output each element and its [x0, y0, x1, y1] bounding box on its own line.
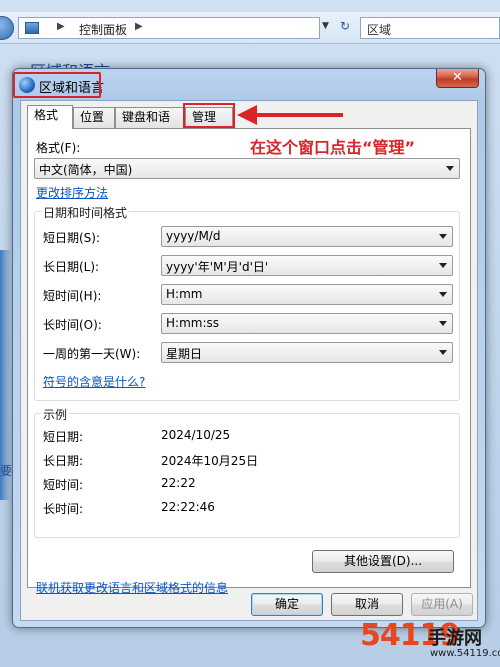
first-day-value: 星期日 [166, 347, 203, 361]
control-panel-icon [25, 22, 39, 34]
address-box[interactable]: ▶ 控制面板 ▶ [18, 17, 320, 39]
annotation-arrow-icon [237, 105, 343, 125]
tab-location[interactable]: 位置 [73, 107, 115, 128]
short-date-value: yyyy/M/d [166, 229, 221, 243]
search-input[interactable]: 区域 [360, 17, 500, 39]
annotation-text: 在这个窗口点击“管理” [250, 138, 416, 157]
tab-keyboard-language[interactable]: 键盘和语言 [115, 107, 185, 143]
watermark-url: www.54119.com [430, 648, 500, 659]
first-day-select[interactable]: 星期日 [161, 342, 453, 363]
background-address-bar: ▶ 控制面板 ▶ ▼ ↻ 区域 [0, 12, 500, 44]
format-select-value: 中文(简体，中国) [39, 163, 133, 177]
dialog-titlebar[interactable]: 区域和语言 ✕ [13, 69, 485, 99]
format-tab-panel: 在这个窗口点击“管理” 格式(F): 中文(简体，中国) 更改排序方法 日期和时… [27, 128, 471, 595]
short-date-label: 短日期(S): [43, 231, 101, 245]
watermark-name: 手游网 [428, 628, 482, 649]
example-short-date-label: 短日期: [43, 430, 84, 444]
ok-button[interactable]: 确定 [251, 593, 323, 616]
short-time-value: H:mm [166, 287, 203, 301]
format-label: 格式(F): [36, 141, 81, 155]
short-time-select[interactable]: H:mm [161, 284, 453, 305]
close-icon: ✕ [452, 70, 463, 85]
title-highlight-box [13, 72, 101, 98]
example-group: 示例 短日期: 2024/10/25 长日期: 2024年10月25日 短时间:… [34, 406, 460, 538]
region-language-dialog: 区域和语言 ✕ 格式 位置 键盘和语言 管理 在这个窗口点击“管理” 格式(F)… [12, 68, 486, 628]
long-time-select[interactable]: H:mm:ss [161, 313, 453, 334]
symbols-meaning-link[interactable]: 符号的含意是什么? [43, 373, 145, 390]
tab-format[interactable]: 格式 [27, 105, 73, 129]
change-sort-link[interactable]: 更改排序方法 [36, 184, 108, 201]
breadcrumb-separator-icon: ▶ [57, 21, 65, 32]
long-date-value: yyyy'年'M'月'd'日' [166, 260, 269, 274]
datetime-format-group: 日期和时间格式 短日期(S): yyyy/M/d 长日期(L): yyyy'年'… [34, 204, 460, 401]
search-text: 区域 [367, 23, 392, 37]
chevron-down-icon [446, 166, 454, 171]
example-short-date-value: 2024/10/25 [161, 428, 231, 442]
address-dropdown-icon[interactable]: ▼ [322, 21, 329, 31]
chevron-down-icon [439, 234, 447, 239]
back-button[interactable] [0, 16, 14, 40]
breadcrumb-separator-icon: ▶ [135, 21, 143, 32]
breadcrumb-control-panel[interactable]: 控制面板 [79, 21, 127, 38]
other-settings-button[interactable]: 其他设置(D)... [312, 550, 454, 573]
chevron-down-icon [439, 263, 447, 268]
first-day-label: 一周的第一天(W): [43, 347, 141, 361]
tab-highlight-box [183, 103, 235, 128]
site-watermark: 54119 手游网 www.54119.com [360, 618, 500, 667]
cancel-button[interactable]: 取消 [331, 593, 403, 616]
long-date-select[interactable]: yyyy'年'M'月'd'日' [161, 255, 453, 276]
online-info-link[interactable]: 联机获取更改语言和区域格式的信息 [36, 579, 228, 596]
example-long-date-value: 2024年10月25日 [161, 454, 259, 468]
long-time-value: H:mm:ss [166, 316, 219, 330]
example-long-time-label: 长时间: [43, 502, 84, 516]
format-select[interactable]: 中文(简体，中国) [34, 158, 460, 179]
datetime-group-title: 日期和时间格式 [41, 204, 130, 221]
chevron-down-icon [439, 350, 447, 355]
apply-button[interactable]: 应用(A) [411, 593, 473, 616]
example-short-time-value: 22:22 [161, 476, 196, 490]
refresh-icon[interactable]: ↻ [340, 19, 350, 33]
chevron-down-icon [439, 292, 447, 297]
dialog-client-area: 格式 位置 键盘和语言 管理 在这个窗口点击“管理” 格式(F): 中文(简体，… [20, 100, 478, 621]
example-long-date-label: 长日期: [43, 454, 84, 468]
background-left-text: 要 [0, 464, 13, 478]
example-group-title: 示例 [41, 406, 70, 423]
short-date-select[interactable]: yyyy/M/d [161, 226, 453, 247]
example-short-time-label: 短时间: [43, 478, 84, 492]
long-time-label: 长时间(O): [43, 318, 102, 332]
example-long-time-value: 22:22:46 [161, 500, 215, 514]
close-button[interactable]: ✕ [436, 69, 479, 88]
short-time-label: 短时间(H): [43, 289, 102, 303]
chevron-down-icon [439, 321, 447, 326]
long-date-label: 长日期(L): [43, 260, 100, 274]
